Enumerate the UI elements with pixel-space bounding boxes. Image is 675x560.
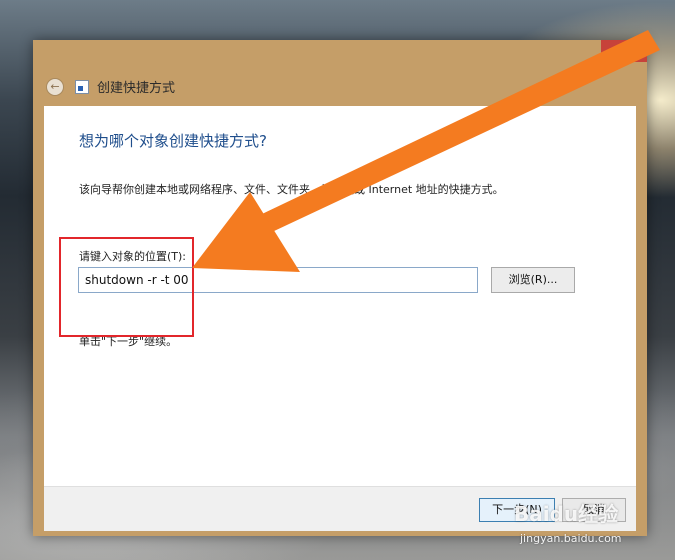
shortcut-app-icon <box>75 80 89 94</box>
close-button[interactable]: ✕ <box>601 40 647 62</box>
close-icon: ✕ <box>618 43 630 59</box>
wizard-description: 该向导帮你创建本地或网络程序、文件、文件夹、计算机或 Internet 地址的快… <box>79 183 504 196</box>
back-arrow-icon: ← <box>50 80 60 93</box>
watermark-url: jingyan.baidu.com <box>520 532 622 545</box>
baidu-watermark: Baidu经验 jingyan.baidu.com <box>514 496 664 552</box>
window-title: 创建快捷方式 <box>97 81 176 96</box>
title-bar: ← 创建快捷方式 <box>33 66 647 106</box>
wizard-heading: 想为哪个对象创建快捷方式? <box>79 132 267 150</box>
watermark-logo: Baidu经验 <box>514 502 619 526</box>
back-button[interactable]: ← <box>46 78 64 96</box>
browse-button[interactable]: 浏览(R)... <box>491 267 575 293</box>
annotation-highlight-box <box>59 237 194 337</box>
